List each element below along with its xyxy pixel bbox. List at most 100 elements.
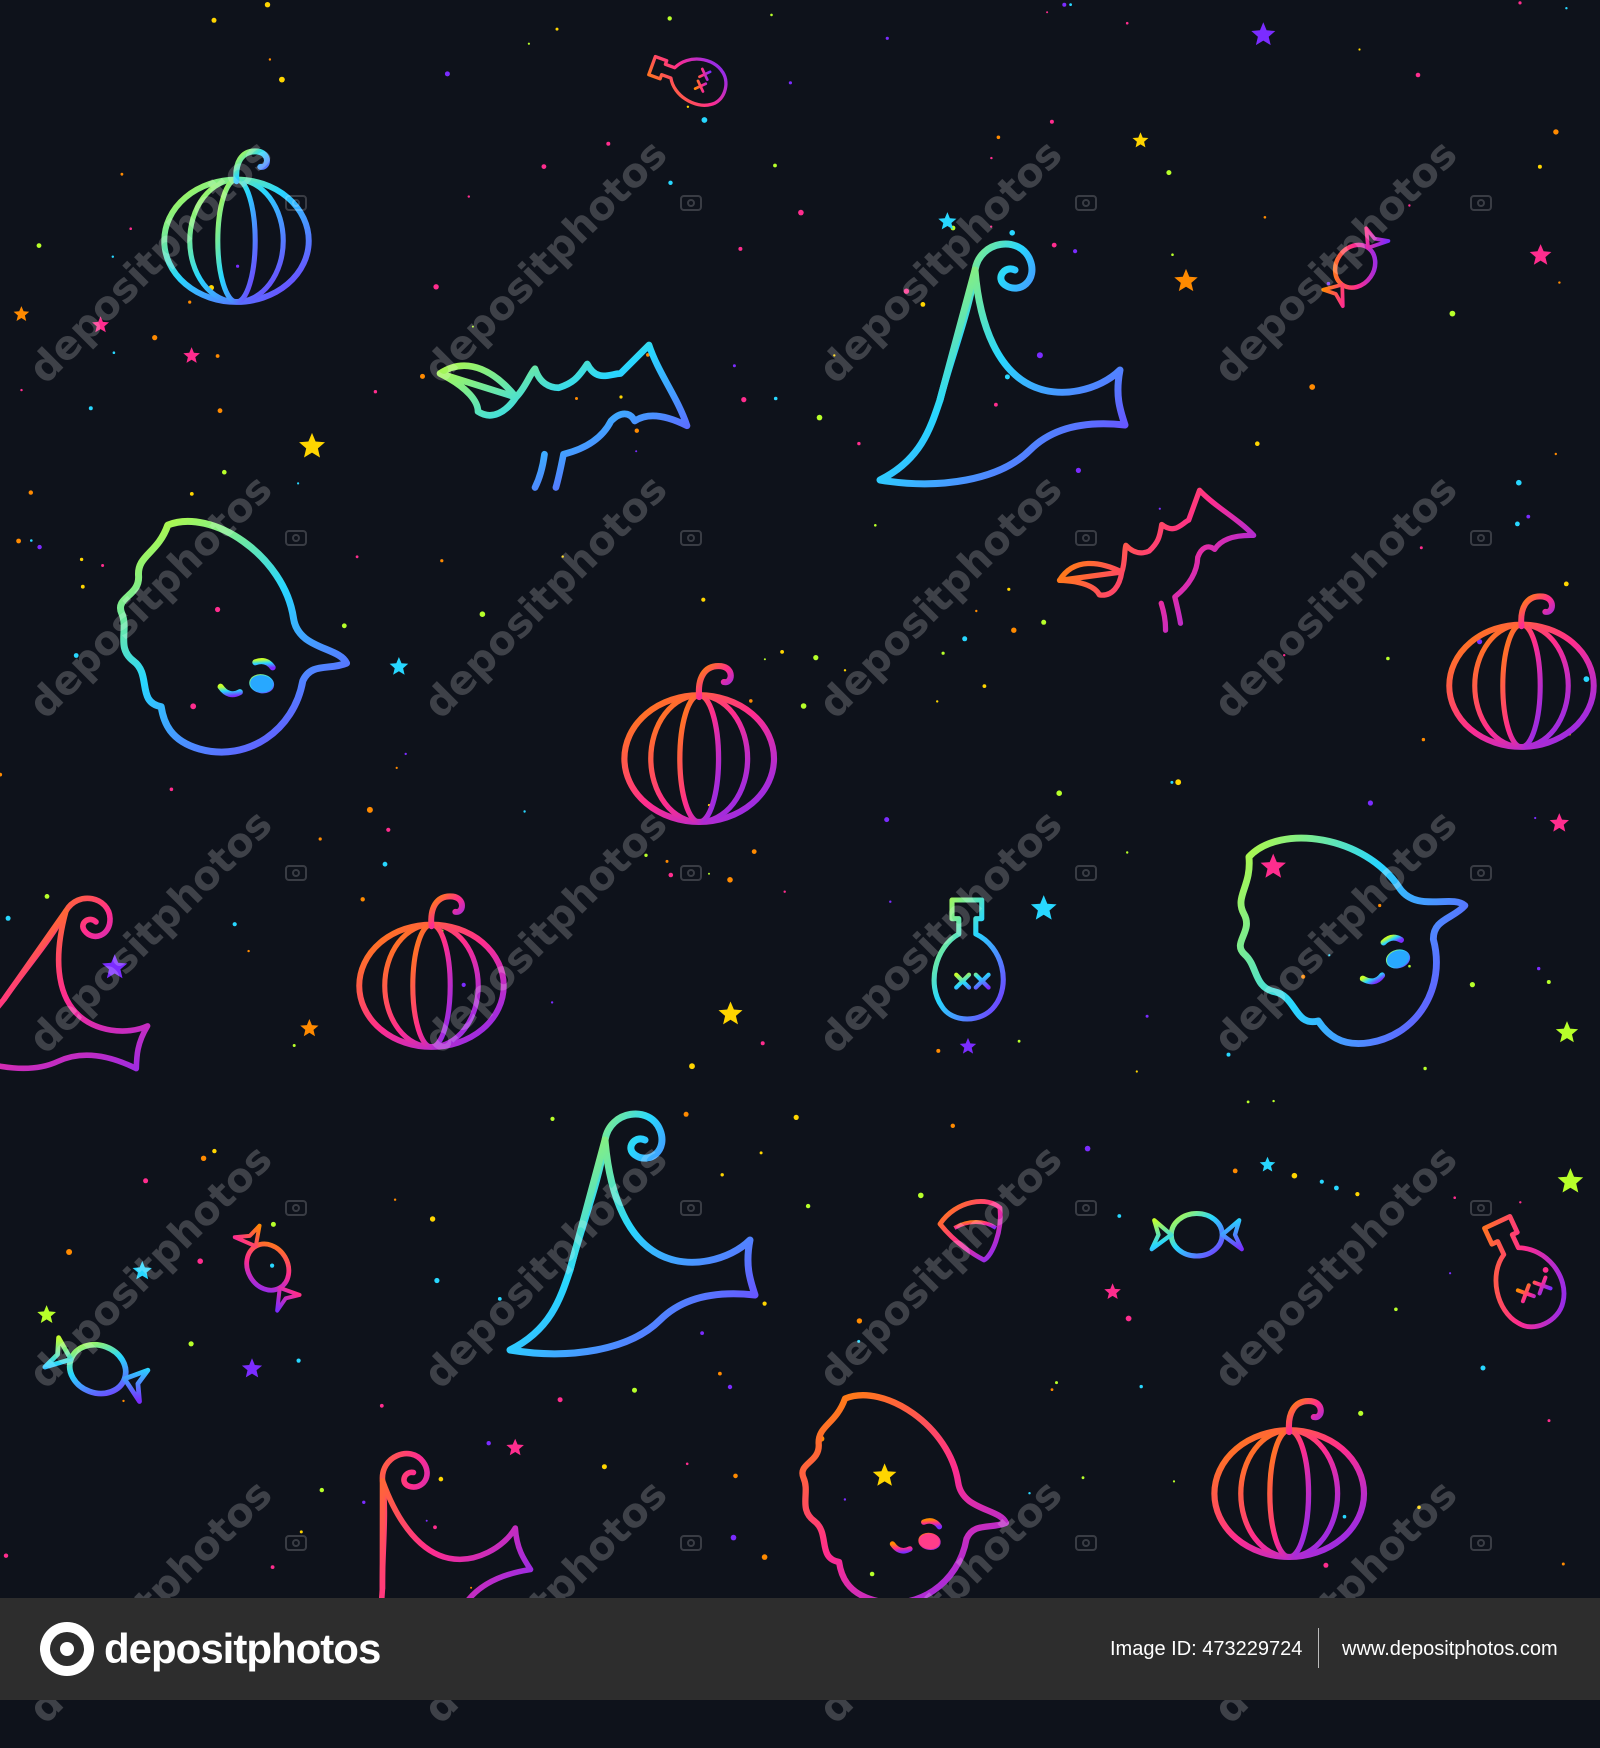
confetti-dot bbox=[1126, 851, 1129, 854]
confetti-dot bbox=[425, 1519, 428, 1522]
watermark: depositphotos bbox=[810, 1136, 1090, 1413]
candy-corn-icon bbox=[940, 1201, 1000, 1260]
confetti-dot bbox=[1246, 1100, 1250, 1104]
confetti-dot bbox=[434, 1277, 440, 1284]
confetti-dot bbox=[1084, 1145, 1091, 1152]
confetti-dot bbox=[816, 414, 823, 421]
confetti-dot bbox=[920, 302, 926, 307]
confetti-dot bbox=[79, 557, 84, 562]
confetti-dot bbox=[761, 1554, 768, 1560]
confetti-dot bbox=[701, 597, 706, 602]
confetti-dot bbox=[247, 949, 250, 953]
confetti-dot bbox=[561, 555, 564, 558]
pattern-canvas bbox=[0, 1, 1600, 1598]
confetti-dot bbox=[1166, 170, 1172, 176]
confetti-dot bbox=[188, 1341, 194, 1347]
confetti-dot bbox=[341, 623, 347, 629]
confetti-dot bbox=[644, 853, 648, 857]
confetti-dot bbox=[555, 27, 559, 31]
confetti-dot bbox=[683, 1111, 689, 1117]
watermark: depositphotos bbox=[1205, 1471, 1485, 1748]
confetti-dot bbox=[318, 837, 322, 841]
confetti-dot bbox=[319, 1487, 324, 1493]
confetti-dot bbox=[1263, 216, 1267, 219]
confetti-dot bbox=[1069, 3, 1072, 6]
confetti-dot bbox=[780, 650, 784, 654]
depositphotos-logo-icon[interactable] bbox=[40, 1622, 94, 1676]
confetti-dot bbox=[762, 1301, 767, 1306]
pumpkin-icon bbox=[359, 896, 504, 1047]
confetti-dot bbox=[550, 1001, 554, 1004]
confetti-dot bbox=[1355, 1192, 1360, 1197]
star-icon bbox=[299, 432, 325, 458]
confetti-dot bbox=[950, 1123, 955, 1129]
camera-icon bbox=[680, 865, 702, 881]
star-icon bbox=[872, 1463, 897, 1486]
confetti-dot bbox=[217, 408, 223, 414]
confetti-dot bbox=[727, 877, 733, 883]
potion-bottle-icon bbox=[934, 900, 1003, 1019]
watermark: depositphotos bbox=[20, 466, 300, 743]
confetti-dot bbox=[788, 81, 793, 85]
watermark: depositphotos bbox=[415, 1471, 695, 1748]
wrapped-candy-icon bbox=[1317, 223, 1393, 310]
confetti-dot bbox=[1367, 800, 1373, 806]
confetti-dot bbox=[1537, 164, 1542, 169]
image-id-label: Image ID: 473229724 bbox=[1110, 1638, 1303, 1660]
camera-icon bbox=[285, 195, 307, 211]
confetti-dot bbox=[143, 1178, 149, 1184]
confetti-dot bbox=[843, 1498, 847, 1501]
confetti-dot bbox=[1175, 779, 1182, 786]
camera-icon bbox=[1075, 195, 1097, 211]
confetti-dot bbox=[101, 564, 105, 567]
witch-hat-icon bbox=[510, 1114, 755, 1354]
confetti-dot bbox=[1561, 1562, 1565, 1566]
footer-logo-text[interactable]: depositphotos bbox=[104, 1622, 381, 1676]
confetti-dot bbox=[355, 555, 359, 559]
confetti-dot bbox=[1158, 507, 1161, 510]
confetti-dot bbox=[1469, 982, 1475, 988]
confetti-dot bbox=[741, 397, 747, 403]
site-url-link[interactable]: www.depositphotos.com bbox=[1342, 1634, 1558, 1664]
confetti-dot bbox=[1007, 587, 1011, 591]
camera-icon bbox=[1075, 865, 1097, 881]
confetti-dot bbox=[1028, 1492, 1031, 1495]
confetti-dot bbox=[222, 469, 227, 475]
confetti-dot bbox=[843, 669, 847, 672]
confetti-dot bbox=[1516, 479, 1522, 486]
confetti-dot bbox=[268, 58, 272, 61]
confetti-dot bbox=[1170, 780, 1174, 784]
confetti-dot bbox=[211, 17, 217, 23]
star-icon bbox=[1549, 813, 1569, 832]
confetti-dot bbox=[5, 915, 11, 921]
watermark: depositphotos bbox=[20, 1471, 300, 1748]
confetti-dot bbox=[1394, 1307, 1398, 1312]
watermark: depositphotos bbox=[20, 1136, 300, 1413]
watermark: depositphotos bbox=[810, 466, 1090, 743]
confetti-dot bbox=[382, 861, 388, 867]
confetti-dot bbox=[1117, 1214, 1122, 1218]
confetti-dot bbox=[111, 255, 115, 258]
watermark: depositphotos bbox=[20, 801, 300, 1078]
confetti-dot bbox=[918, 1192, 924, 1199]
confetti-dot bbox=[686, 105, 690, 109]
confetti-dot bbox=[120, 172, 124, 176]
confetti-dot bbox=[667, 16, 672, 21]
confetti-dot bbox=[1009, 230, 1015, 236]
confetti-dot bbox=[773, 163, 777, 168]
confetti-dot bbox=[1125, 1315, 1132, 1322]
confetti-dot bbox=[813, 655, 819, 661]
confetti-dot bbox=[634, 428, 639, 433]
star-icon bbox=[300, 1019, 319, 1037]
confetti-dot bbox=[1075, 467, 1081, 473]
confetti-dot bbox=[197, 1258, 203, 1264]
confetti-dot bbox=[433, 1525, 437, 1530]
confetti-dot bbox=[1449, 310, 1456, 317]
confetti-dot bbox=[606, 141, 611, 146]
confetti-dot bbox=[279, 76, 285, 83]
potion-bottle-icon bbox=[1469, 1208, 1575, 1337]
pumpkin-icon bbox=[1214, 1401, 1364, 1557]
confetti-dot bbox=[270, 1221, 276, 1227]
confetti-dot bbox=[3, 1553, 9, 1558]
camera-icon bbox=[680, 1200, 702, 1216]
